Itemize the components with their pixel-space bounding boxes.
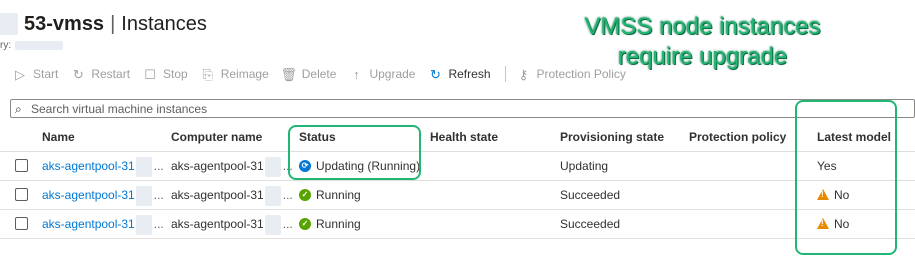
arrow-up-icon: ↑ (353, 66, 360, 82)
refresh-icon: ↻ (430, 66, 441, 82)
computer-name-text: aks-agentpool-31 (171, 217, 264, 231)
instance-link[interactable]: aks-agentpool-31 (42, 188, 135, 202)
ellipsis: ... (153, 188, 164, 202)
computer-name-text: aks-agentpool-31 (171, 159, 264, 173)
upgrade-label: Upgrade (369, 67, 416, 81)
restart-button[interactable]: ↻ Restart (70, 66, 130, 82)
delete-button[interactable]: 🗑 Delete (281, 66, 337, 82)
row-checkbox[interactable] (15, 159, 28, 172)
trash-icon: 🗑 (280, 66, 298, 82)
restart-icon: ↻ (72, 66, 84, 82)
stop-icon: ☐ (144, 66, 156, 82)
latest-model-highlight-box (795, 100, 897, 255)
instance-link[interactable]: aks-agentpool-31 (42, 217, 135, 231)
provisioning-state: Updating (560, 159, 609, 173)
table-row: aks-agentpool-31... aks-agentpool-31... … (0, 152, 915, 181)
reimage-button[interactable]: ⎘ Reimage (200, 66, 269, 82)
instances-table: Name Computer name Status Health state P… (0, 123, 915, 239)
search-icon: ⌕ (15, 101, 22, 116)
page-title: Instances (121, 12, 207, 35)
start-button[interactable]: ▷ Start (12, 66, 58, 82)
toolbar-divider (504, 66, 506, 82)
redacted-text (135, 185, 152, 206)
delete-label: Delete (301, 67, 337, 81)
status-highlight-box (288, 125, 421, 180)
callout-line-1: VMSS node instances (584, 13, 821, 40)
provisioning-state: Succeeded (560, 188, 621, 202)
computer-name: aks-agentpool-31... (171, 152, 293, 180)
provisioning-state: Succeeded (560, 217, 621, 231)
annotation-callout: VMSS node instances require upgrade (540, 12, 865, 72)
check-circle-icon: ✓ (299, 188, 311, 201)
row-checkbox[interactable] (15, 217, 28, 230)
stop-button[interactable]: ☐ Stop (142, 66, 188, 82)
refresh-button[interactable]: ↻ Refresh (427, 66, 490, 82)
column-computer-name[interactable]: Computer name (171, 123, 262, 151)
status-text: Running (316, 188, 361, 202)
column-provisioning-state[interactable]: Provisioning state (560, 123, 664, 151)
instance-name: aks-agentpool-31... (42, 181, 164, 209)
restart-label: Restart (91, 67, 131, 81)
row-checkbox[interactable] (15, 188, 28, 201)
column-protection-policy[interactable]: Protection policy (689, 123, 786, 151)
status-cell: ✓ Running (299, 210, 361, 238)
reimage-label: Reimage (220, 67, 269, 81)
redacted-text (135, 156, 152, 177)
callout-line-2: require upgrade (617, 43, 788, 70)
play-icon: ▷ (15, 66, 25, 82)
title-separator: | (110, 12, 116, 35)
ellipsis: ... (282, 188, 293, 202)
redacted-prefix (0, 13, 18, 35)
search-input[interactable] (29, 101, 893, 116)
upgrade-button[interactable]: ↑ Upgrade (348, 66, 415, 82)
table-row: aks-agentpool-31... aks-agentpool-31... … (0, 181, 915, 210)
status-text: Running (316, 217, 361, 231)
key-icon: ⚷ (518, 66, 529, 82)
reimage-icon: ⎘ (202, 66, 213, 82)
redacted-text (264, 156, 281, 177)
page-header: 53-vmss | Instances (0, 10, 207, 38)
instance-name: aks-agentpool-31... (42, 152, 164, 180)
column-health-state[interactable]: Health state (430, 123, 498, 151)
redacted-text (264, 214, 281, 235)
stop-label: Stop (163, 67, 188, 81)
redacted-subtitle (15, 40, 64, 50)
resource-name: 53-vmss (24, 12, 105, 35)
redacted-text (135, 214, 152, 235)
search-box: ⌕ (10, 99, 915, 118)
check-circle-icon: ✓ (299, 217, 311, 230)
computer-name: aks-agentpool-31... (171, 210, 293, 238)
ellipsis: ... (282, 217, 293, 231)
ellipsis: ... (153, 159, 164, 173)
start-label: Start (33, 67, 59, 81)
refresh-label: Refresh (448, 67, 491, 81)
table-row: aks-agentpool-31... aks-agentpool-31... … (0, 210, 915, 239)
table-header: Name Computer name Status Health state P… (0, 123, 915, 152)
ellipsis: ... (153, 217, 164, 231)
computer-name-text: aks-agentpool-31 (171, 188, 264, 202)
computer-name: aks-agentpool-31... (171, 181, 293, 209)
status-cell: ✓ Running (299, 181, 361, 209)
column-name[interactable]: Name (42, 123, 75, 151)
subtitle-prefix: ry: (0, 39, 12, 51)
instance-link[interactable]: aks-agentpool-31 (42, 159, 135, 173)
resource-subtitle: ry: (0, 38, 64, 52)
instance-name: aks-agentpool-31... (42, 210, 164, 238)
redacted-text (264, 185, 281, 206)
